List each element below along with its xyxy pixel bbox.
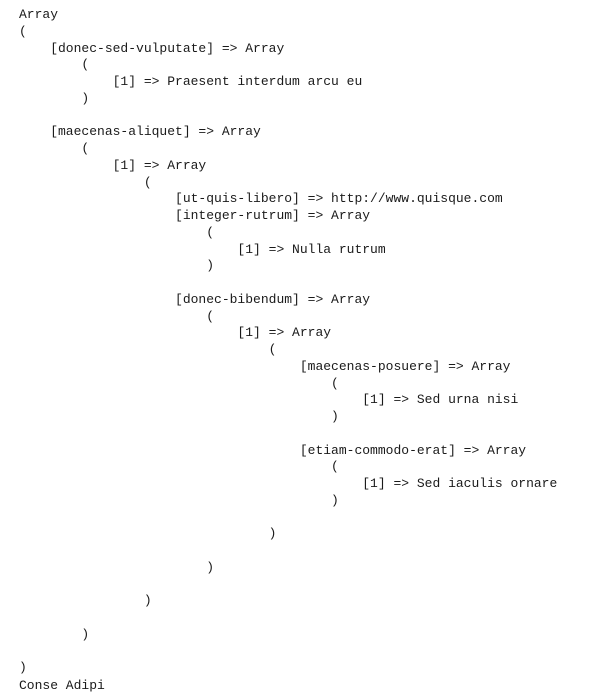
print-r-output: Array ( [donec-sed-vulputate] => Array (… xyxy=(19,7,599,677)
dump-line: ( xyxy=(19,174,152,190)
dump-line: ) xyxy=(19,660,27,676)
dump-line: ) xyxy=(19,409,339,424)
dump-line: [1] => Array xyxy=(19,325,332,341)
dump-line: ( xyxy=(19,23,27,39)
dump-line xyxy=(19,610,599,627)
dump-line xyxy=(19,108,599,125)
dump-line: [ut-quis-libero] => http://www.quisque.c… xyxy=(19,191,503,207)
dump-line: ( xyxy=(19,342,277,357)
dump-line xyxy=(19,510,599,527)
dump-line: ) xyxy=(19,90,90,106)
dump-line xyxy=(19,275,599,292)
dump-line: [maecenas-aliquet] => Array xyxy=(19,124,261,140)
dump-line: [1] => Praesent interdum arcu eu xyxy=(19,74,363,89)
dump-line: [integer-rutrum] => Array xyxy=(19,208,371,223)
dump-line: [1] => Sed iaculis ornare xyxy=(19,476,558,491)
dump-line: ( xyxy=(19,224,215,240)
dump-line: ) xyxy=(19,526,277,542)
dump-line: ) xyxy=(19,559,215,575)
dump-line: ) xyxy=(19,626,90,642)
dump-line xyxy=(19,577,599,594)
dump-line: ) xyxy=(19,492,339,508)
dump-line: [1] => Sed urna nisi xyxy=(19,392,519,408)
dump-line: [etiam-commodo-erat] => Array xyxy=(19,442,527,458)
dump-line xyxy=(19,543,599,560)
dump-line: ) xyxy=(19,258,215,274)
dump-line: [1] => Array xyxy=(19,157,207,173)
dump-line: ( xyxy=(19,375,339,391)
dump-line xyxy=(19,426,599,443)
dump-line: ) xyxy=(19,593,152,609)
dump-line: ( xyxy=(19,459,339,475)
footer-text: Conse Adipi xyxy=(19,678,105,693)
dump-line: ( xyxy=(19,141,90,156)
dump-line: [1] => Nulla rutrum xyxy=(19,241,386,257)
dump-line: ( xyxy=(19,57,90,73)
dump-line: [donec-bibendum] => Array xyxy=(19,291,371,307)
dump-line: ( xyxy=(19,308,215,324)
dump-line: [donec-sed-vulputate] => Array xyxy=(19,40,285,56)
dump-line: Array xyxy=(19,7,59,22)
dump-line: [maecenas-posuere] => Array xyxy=(19,358,511,374)
dump-line xyxy=(19,644,599,661)
